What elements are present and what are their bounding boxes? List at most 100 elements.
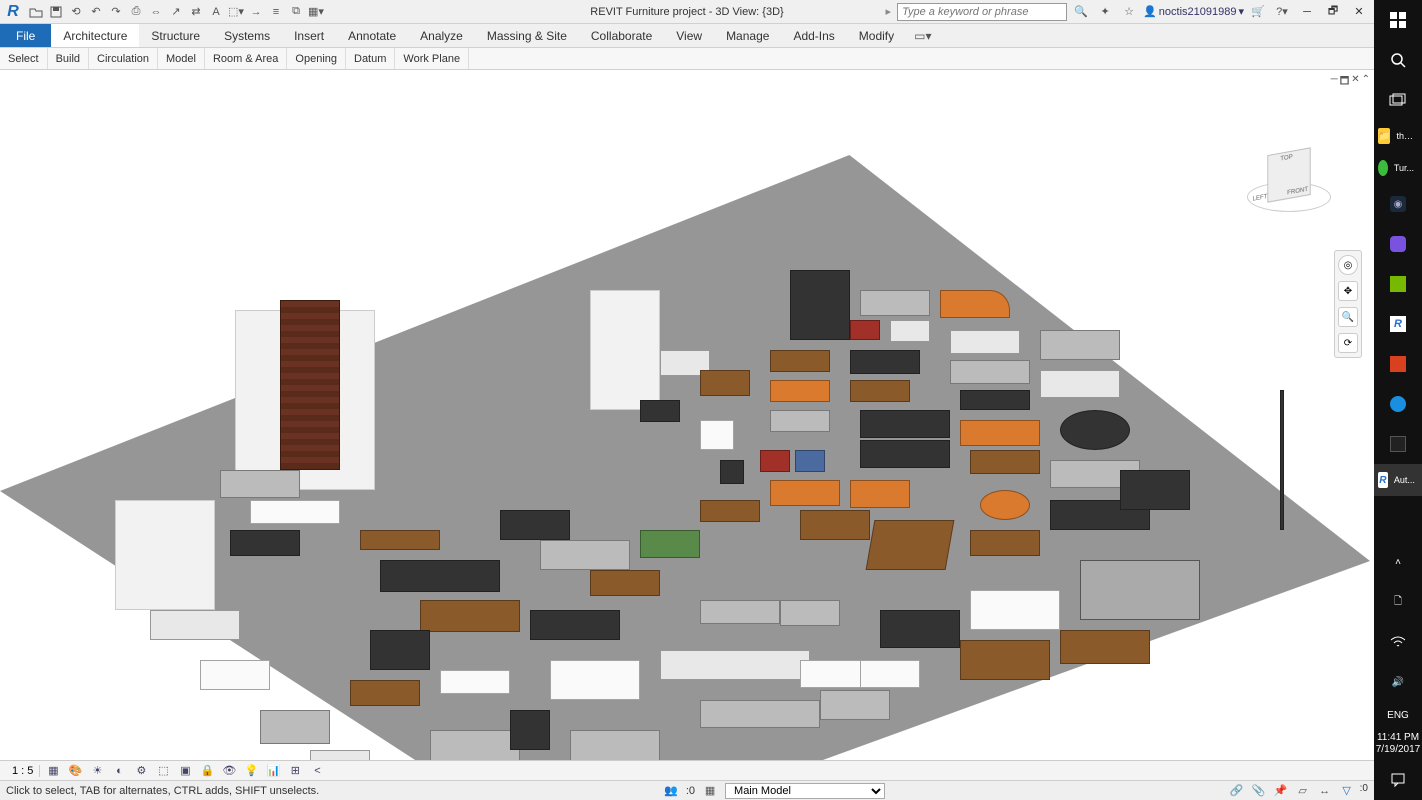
close-hidden-icon[interactable]: ⧉ xyxy=(286,2,306,22)
zoom-icon[interactable]: 🔍 xyxy=(1338,307,1358,327)
panel-opening[interactable]: Opening xyxy=(287,48,346,69)
sync-icon[interactable]: ⟲ xyxy=(66,2,86,22)
tray-volume-icon[interactable]: 🔊 xyxy=(1374,662,1422,702)
rendering-icon[interactable]: ⚙ xyxy=(132,763,150,779)
pan-icon[interactable]: ✥ xyxy=(1338,281,1358,301)
view-scale[interactable]: 1 : 5 xyxy=(6,765,40,777)
shadows-icon[interactable]: ◐ xyxy=(110,763,128,779)
select-face-icon[interactable]: ▱ xyxy=(1294,783,1312,799)
vp-min-icon[interactable]: ─ xyxy=(1331,74,1338,91)
crop-region-icon[interactable]: ▣ xyxy=(176,763,194,779)
panel-room-area[interactable]: Room & Area xyxy=(205,48,287,69)
tab-modify[interactable]: Modify xyxy=(847,24,906,47)
steering-wheel-icon[interactable]: ◎ xyxy=(1338,255,1358,275)
tray-battery-icon[interactable]: 🗋 xyxy=(1374,582,1422,622)
panel-select[interactable]: Select xyxy=(0,48,48,69)
taskbar-teamviewer[interactable] xyxy=(1374,384,1422,424)
temp-hide-icon[interactable]: 👁 xyxy=(220,763,238,779)
panel-model[interactable]: Model xyxy=(158,48,205,69)
crop-view-icon[interactable]: ⬚ xyxy=(154,763,172,779)
taskbar-autocad[interactable] xyxy=(1374,344,1422,384)
tab-architecture[interactable]: Architecture xyxy=(51,24,139,47)
taskbar-turbosquid[interactable]: Tur... xyxy=(1374,152,1422,184)
3d-viewport[interactable]: ─ 🗖 ✕ ⌃ xyxy=(0,70,1374,780)
save-icon[interactable] xyxy=(46,2,66,22)
visual-style-icon[interactable]: 🎨 xyxy=(66,763,84,779)
tab-annotate[interactable]: Annotate xyxy=(336,24,408,47)
windows-start-icon[interactable] xyxy=(1374,0,1422,40)
tab-manage[interactable]: Manage xyxy=(714,24,781,47)
tab-add-ins[interactable]: Add-Ins xyxy=(781,24,846,47)
dimension-icon[interactable]: ↗ xyxy=(166,2,186,22)
worksets-icon[interactable]: 👥 xyxy=(662,783,680,799)
measure-icon[interactable]: ⇔ xyxy=(146,2,166,22)
analytical-icon[interactable]: ⊞ xyxy=(286,763,304,779)
taskbar-viber[interactable] xyxy=(1374,224,1422,264)
text-icon[interactable]: A xyxy=(206,2,226,22)
filter-icon[interactable]: ▽ xyxy=(1338,783,1356,799)
taskbar-nvidia[interactable] xyxy=(1374,264,1422,304)
reveal-hidden-icon[interactable]: 💡 xyxy=(242,763,260,779)
tab-view[interactable]: View xyxy=(664,24,714,47)
ribbon-options-icon[interactable]: ▭▾ xyxy=(906,24,939,47)
tray-chevron-up-icon[interactable]: ˄ xyxy=(1374,542,1422,582)
lock-view-icon[interactable]: 🔒 xyxy=(198,763,216,779)
detail-level-icon[interactable]: ▦ xyxy=(44,763,62,779)
3d-icon[interactable]: ⬚▾ xyxy=(226,2,246,22)
select-underlay-icon[interactable]: 📎 xyxy=(1250,783,1268,799)
taskbar-app[interactable] xyxy=(1374,424,1422,464)
panel-datum[interactable]: Datum xyxy=(346,48,395,69)
search-go-icon[interactable]: 🔍 xyxy=(1071,2,1091,22)
panel-work-plane[interactable]: Work Plane xyxy=(395,48,469,69)
file-tab[interactable]: File xyxy=(0,24,51,47)
tab-analyze[interactable]: Analyze xyxy=(408,24,475,47)
action-center-icon[interactable] xyxy=(1374,760,1422,800)
section-icon[interactable]: → xyxy=(246,2,266,22)
minimize-button[interactable]: ─ xyxy=(1296,2,1318,22)
tab-massing-site[interactable]: Massing & Site xyxy=(475,24,579,47)
undo-icon[interactable]: ↶ xyxy=(86,2,106,22)
align-icon[interactable]: ⇄ xyxy=(186,2,206,22)
taskbar-folder[interactable]: 📁thu ... xyxy=(1374,120,1422,152)
favorite-icon[interactable]: ☆ xyxy=(1119,2,1139,22)
taskbar-revit-active[interactable]: RAut... xyxy=(1374,464,1422,496)
help-icon[interactable]: ?▾ xyxy=(1272,2,1292,22)
panel-circulation[interactable]: Circulation xyxy=(89,48,158,69)
vp-close-icon[interactable]: ✕ xyxy=(1351,74,1359,91)
user-account[interactable]: 👤 noctis21091989 ▾ xyxy=(1143,5,1244,18)
taskview-icon[interactable] xyxy=(1374,80,1422,120)
vp-expand-icon[interactable]: ⌃ xyxy=(1362,74,1370,91)
taskbar-clock[interactable]: 11:41 PM 7/19/2017 xyxy=(1374,728,1422,760)
sun-path-icon[interactable]: ☀ xyxy=(88,763,106,779)
print-icon[interactable]: ⎙ xyxy=(126,2,146,22)
restore-button[interactable]: 🗗 xyxy=(1322,2,1344,22)
design-options-select[interactable]: Main Model xyxy=(725,783,885,799)
open-icon[interactable] xyxy=(26,2,46,22)
tray-language[interactable]: ENG xyxy=(1374,702,1422,728)
search-input[interactable] xyxy=(897,3,1067,21)
orbit-icon[interactable]: ⟳ xyxy=(1338,333,1358,353)
taskbar-search-icon[interactable] xyxy=(1374,40,1422,80)
thinlines-icon[interactable]: ≡ xyxy=(266,2,286,22)
switch-windows-icon[interactable]: ▦▾ xyxy=(306,2,326,22)
taskbar-steam[interactable]: ◉ xyxy=(1374,184,1422,224)
tab-structure[interactable]: Structure xyxy=(139,24,212,47)
drag-elements-icon[interactable]: ↔ xyxy=(1316,783,1334,799)
worksharing-icon[interactable]: 📊 xyxy=(264,763,282,779)
taskbar-revit[interactable]: R xyxy=(1374,304,1422,344)
tray-wifi-icon[interactable] xyxy=(1374,622,1422,662)
editable-only-icon[interactable]: ▦ xyxy=(701,783,719,799)
subscription-icon[interactable]: ✦ xyxy=(1095,2,1115,22)
tab-collaborate[interactable]: Collaborate xyxy=(579,24,664,47)
vp-max-icon[interactable]: 🗖 xyxy=(1340,74,1350,91)
exchange-apps-icon[interactable]: 🛒 xyxy=(1248,2,1268,22)
select-pinned-icon[interactable]: 📌 xyxy=(1272,783,1290,799)
reveal-constraints-icon[interactable]: < xyxy=(308,763,326,779)
close-button[interactable]: ✕ xyxy=(1348,2,1370,22)
tab-insert[interactable]: Insert xyxy=(282,24,336,47)
tab-systems[interactable]: Systems xyxy=(212,24,282,47)
view-cube[interactable]: TOP FRONT LEFT xyxy=(1244,130,1334,220)
select-links-icon[interactable]: 🔗 xyxy=(1228,783,1246,799)
redo-icon[interactable]: ↷ xyxy=(106,2,126,22)
panel-build[interactable]: Build xyxy=(48,48,89,69)
